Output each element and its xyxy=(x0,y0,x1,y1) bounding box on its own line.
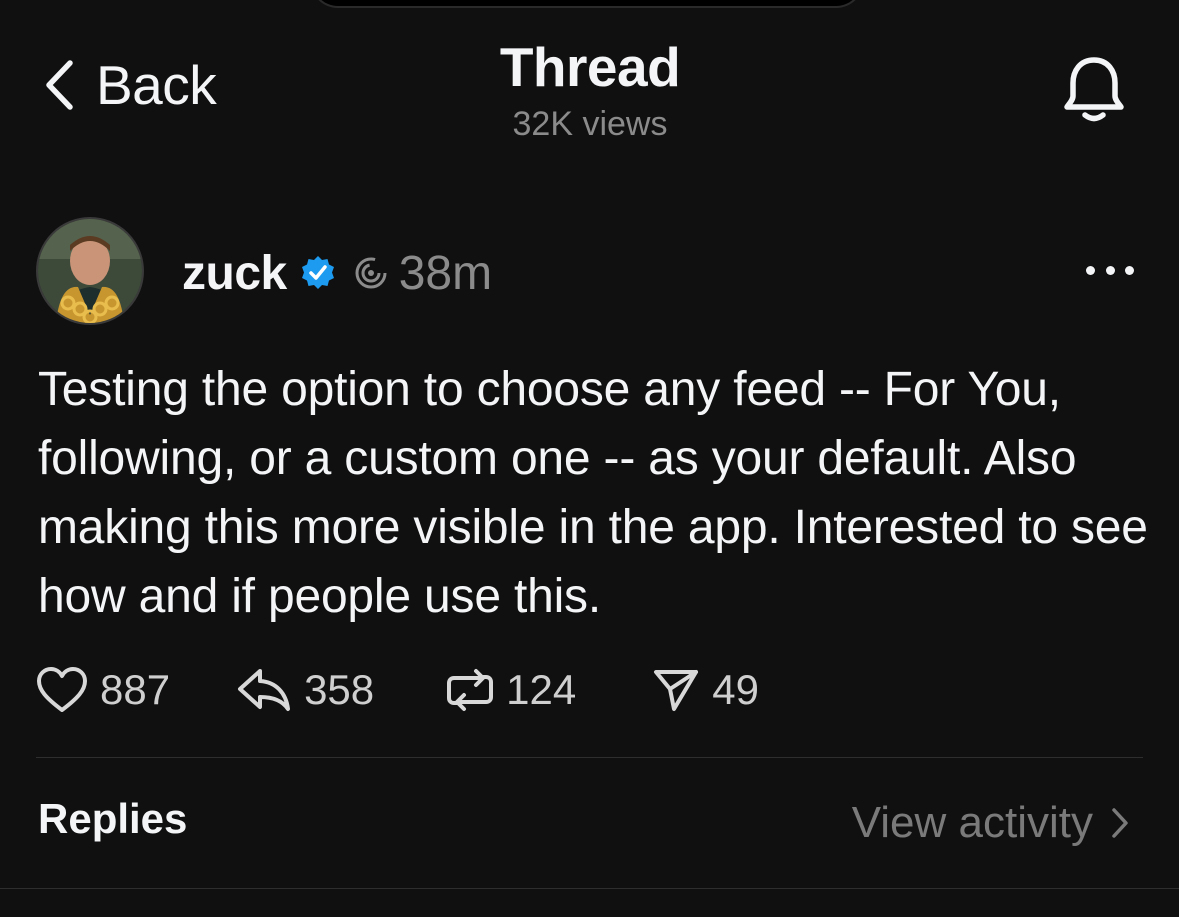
replies-heading: Replies xyxy=(38,795,188,842)
chevron-left-icon xyxy=(46,60,73,110)
device-notch xyxy=(310,0,864,8)
divider-bottom xyxy=(0,888,1179,889)
post-actions: 887 358 124 49 xyxy=(36,660,759,720)
more-dot-icon xyxy=(1086,265,1095,275)
post-timestamp: 38m xyxy=(398,246,493,300)
like-button[interactable]: 887 xyxy=(36,666,170,714)
threads-app-icon xyxy=(355,257,387,289)
divider xyxy=(36,757,1143,758)
reply-icon xyxy=(238,669,291,711)
more-dot-icon xyxy=(1105,265,1115,275)
repost-icon xyxy=(447,669,494,711)
avatar-image xyxy=(38,219,142,323)
page-title: Thread xyxy=(499,36,681,98)
like-count: 887 xyxy=(100,666,171,713)
thread-screen: Back Thread 32K views zuck 38m Testing t… xyxy=(0,0,1179,917)
avatar[interactable] xyxy=(36,217,144,325)
share-count: 49 xyxy=(712,666,759,713)
notifications-button[interactable] xyxy=(1058,52,1130,124)
back-label: Back xyxy=(96,54,217,116)
reply-count: 358 xyxy=(304,666,375,713)
username[interactable]: zuck xyxy=(182,246,287,301)
reply-button[interactable]: 358 xyxy=(236,666,374,714)
back-button[interactable]: Back xyxy=(44,52,217,118)
verified-badge-icon xyxy=(301,256,334,289)
more-dot-icon xyxy=(1125,265,1134,275)
more-options-button[interactable] xyxy=(1086,255,1134,285)
repost-button[interactable]: 124 xyxy=(446,666,576,714)
heart-icon xyxy=(37,667,87,712)
view-count: 32K views xyxy=(512,105,668,143)
post-text: Testing the option to choose any feed --… xyxy=(38,363,1148,623)
post-meta: zuck 38m xyxy=(182,238,492,308)
send-icon xyxy=(654,670,699,711)
share-button[interactable]: 49 xyxy=(652,666,759,714)
bell-icon xyxy=(1064,57,1124,122)
chevron-right-icon xyxy=(1112,808,1128,838)
header-title-block: Thread 32K views xyxy=(390,36,790,144)
view-activity-link[interactable]: View activity xyxy=(852,795,1129,851)
repost-count: 124 xyxy=(506,666,577,713)
view-activity-label: View activity xyxy=(851,798,1093,847)
